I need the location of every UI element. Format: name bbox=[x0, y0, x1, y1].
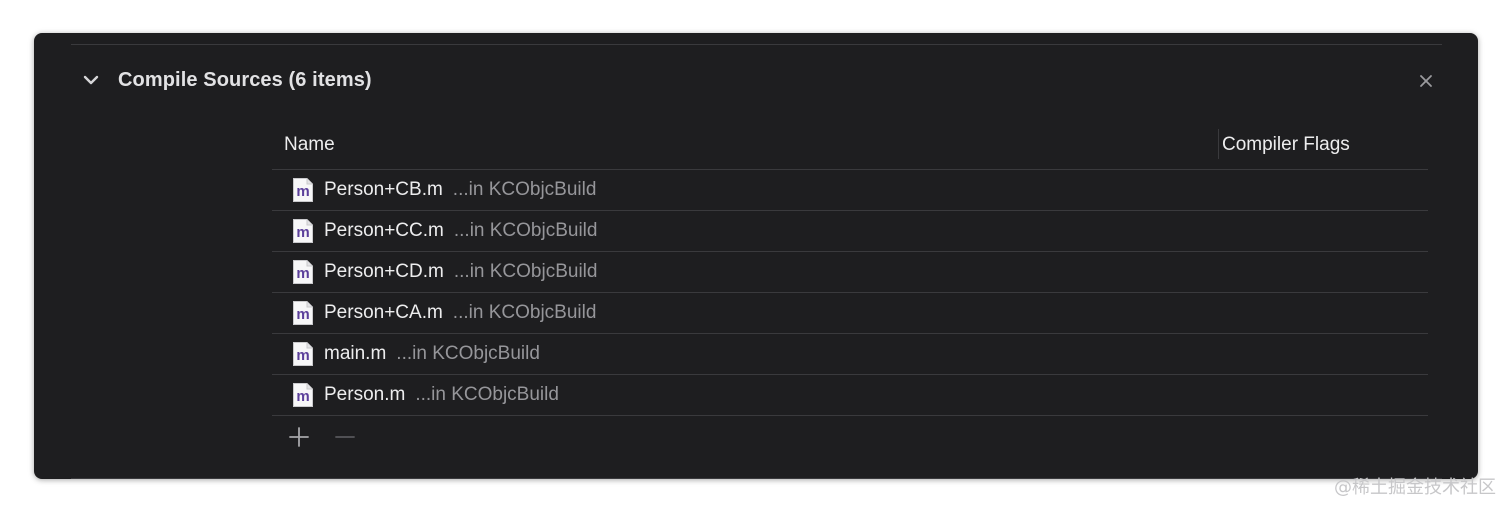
table-row[interactable]: m Person+CA.m ...in KCObjcBuild bbox=[272, 293, 1428, 334]
file-name: Person+CB.m bbox=[324, 179, 443, 200]
file-location: ...in KCObjcBuild bbox=[415, 384, 559, 405]
objc-m-file-icon: m bbox=[292, 259, 314, 285]
file-name: main.m bbox=[324, 343, 387, 364]
top-divider bbox=[71, 44, 1442, 45]
column-header-name[interactable]: Name bbox=[284, 134, 335, 156]
svg-text:m: m bbox=[296, 183, 309, 200]
table-header: Name Compiler Flags bbox=[272, 129, 1428, 170]
file-location: ...in KCObjcBuild bbox=[396, 343, 540, 364]
bottom-divider bbox=[71, 478, 1442, 479]
svg-text:m: m bbox=[296, 224, 309, 241]
minus-icon[interactable] bbox=[334, 426, 356, 448]
chevron-down-icon[interactable] bbox=[82, 71, 100, 89]
svg-text:m: m bbox=[296, 347, 309, 364]
table-controls bbox=[272, 416, 1428, 456]
file-name: Person+CC.m bbox=[324, 220, 444, 241]
file-name: Person.m bbox=[324, 384, 406, 405]
svg-text:m: m bbox=[296, 265, 309, 282]
objc-m-file-icon: m bbox=[292, 382, 314, 408]
file-location: ...in KCObjcBuild bbox=[452, 302, 597, 323]
svg-text:m: m bbox=[296, 388, 309, 405]
svg-text:m: m bbox=[296, 306, 309, 323]
table-row[interactable]: m Person+CC.m ...in KCObjcBuild bbox=[272, 211, 1428, 252]
table-row[interactable]: m Person.m ...in KCObjcBuild bbox=[272, 375, 1428, 416]
plus-icon[interactable] bbox=[288, 426, 310, 448]
file-location: ...in KCObjcBuild bbox=[453, 220, 598, 241]
file-location: ...in KCObjcBuild bbox=[452, 179, 597, 200]
file-location: ...in KCObjcBuild bbox=[453, 261, 598, 282]
file-name: Person+CD.m bbox=[324, 261, 444, 282]
build-phases-panel: Compile Sources (6 items) Name Compiler … bbox=[34, 33, 1478, 479]
watermark: @稀土掘金技术社区 bbox=[1334, 477, 1496, 498]
objc-m-file-icon: m bbox=[292, 300, 314, 326]
table-row[interactable]: m Person+CB.m ...in KCObjcBuild bbox=[272, 170, 1428, 211]
compile-sources-table: Name Compiler Flags m Person+CB.m ...in … bbox=[272, 129, 1428, 456]
section-title: Compile Sources (6 items) bbox=[118, 69, 372, 91]
table-row[interactable]: m Person+CD.m ...in KCObjcBuild bbox=[272, 252, 1428, 293]
objc-m-file-icon: m bbox=[292, 341, 314, 367]
column-separator[interactable] bbox=[1218, 129, 1219, 159]
column-header-compiler-flags[interactable]: Compiler Flags bbox=[1222, 134, 1350, 156]
table-row[interactable]: m main.m ...in KCObjcBuild bbox=[272, 334, 1428, 375]
objc-m-file-icon: m bbox=[292, 177, 314, 203]
table-rows: m Person+CB.m ...in KCObjcBuild m Person… bbox=[272, 170, 1428, 416]
close-icon[interactable] bbox=[1418, 73, 1434, 89]
file-name: Person+CA.m bbox=[324, 302, 443, 323]
objc-m-file-icon: m bbox=[292, 218, 314, 244]
